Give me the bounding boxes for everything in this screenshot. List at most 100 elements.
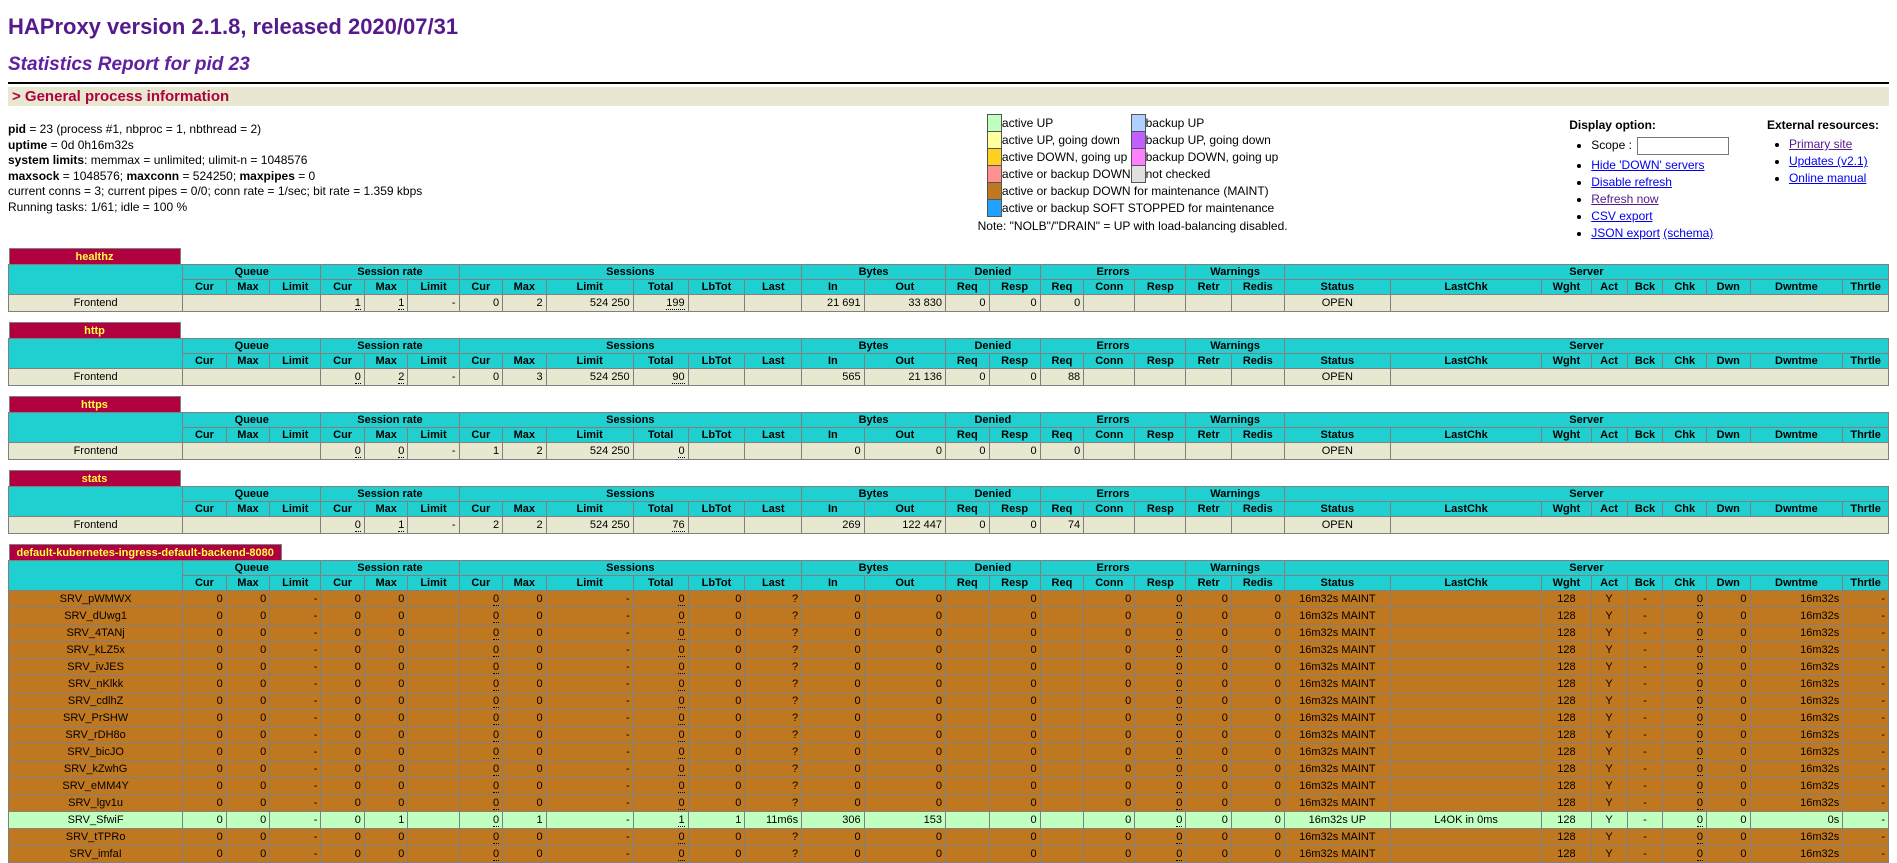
proxy-label-row: healthz [9,248,1889,265]
sub-header-row: CurMaxLimitCurMaxLimitCurMaxLimitTotalLb… [9,428,1889,443]
link-disable-refresh[interactable]: Disable refresh [1591,175,1672,189]
cell [1084,517,1135,534]
server-row-srv-bicjo: SRV_bicJO00-0000-00?000000016m32s MAINT1… [9,744,1889,761]
col-header-act: Act [1591,428,1627,443]
cell: 0 [1186,829,1231,846]
cell: - [546,642,633,659]
col-header-status: Status [1284,502,1390,517]
proxy-name-default-kubernetes-ingress-default-backend-8080[interactable]: default-kubernetes-ingress-default-backe… [9,544,282,560]
cell: - [270,642,321,659]
cell: - [408,295,459,312]
cell: 21 136 [864,369,945,386]
cell: 0 [1084,846,1135,863]
cell: 128 [1542,591,1591,608]
link-json-export[interactable]: JSON export [1591,226,1660,240]
cell: - [546,761,633,778]
col-header-cur: Cur [321,502,365,517]
cell: 16m32s MAINT [1284,676,1390,693]
proxy-name-healthz[interactable]: healthz [9,248,181,264]
link-hide-down-servers[interactable]: Hide 'DOWN' servers [1591,158,1704,172]
link-primary-site[interactable]: Primary site [1789,137,1852,151]
cell [1135,517,1186,534]
cell: 0 [364,727,408,744]
col-header-wght: Wght [1542,428,1591,443]
cell [946,744,990,761]
col-header-resp: Resp [989,576,1040,591]
cell [745,517,802,534]
cell [946,846,990,863]
proxy-name-https[interactable]: https [9,396,181,412]
link-updates-v2-1[interactable]: Updates (v2.1) [1789,154,1868,168]
col-header-total: Total [633,280,688,295]
cell: 0 [688,625,745,642]
cell [1084,369,1135,386]
col-header-status: Status [1284,280,1390,295]
cell: 0 [1135,625,1186,642]
col-header-lastchk: LastChk [1390,354,1541,369]
col-header-retr: Retr [1186,428,1231,443]
link-schema[interactable]: (schema) [1663,226,1713,240]
cell [946,761,990,778]
proxy-name-http[interactable]: http [9,322,181,338]
col-header-redis: Redis [1231,280,1284,295]
cell: 128 [1542,812,1591,829]
cell [1390,659,1541,676]
topbar: pid = 23 (process #1, nbproc = 1, nbthre… [8,106,1889,240]
cell: 0 [183,625,227,642]
cell: 0 [1707,676,1751,693]
link-refresh-now[interactable]: Refresh now [1591,192,1658,206]
cell: 16m32s [1750,778,1843,795]
cell: 16m32s MAINT [1284,693,1390,710]
legend-label: active UP [1001,115,1131,132]
cell: 0 [1040,295,1084,312]
cell: 0 [688,829,745,846]
cell: 0 [321,642,365,659]
cell [1390,744,1541,761]
cell: 0 [226,676,270,693]
proxy-name-stats[interactable]: stats [9,470,181,486]
link-csv-export[interactable]: CSV export [1591,209,1652,223]
cell: 0 [1707,608,1751,625]
cell: 0 [1231,727,1284,744]
cell: 0 [633,693,688,710]
sub-header-row: CurMaxLimitCurMaxLimitCurMaxLimitTotalLb… [9,502,1889,517]
cell: 0 [226,659,270,676]
process-info-line: system limits: memmax = unlimited; ulimi… [8,153,696,169]
cell [745,369,802,386]
cell: 16m32s MAINT [1284,727,1390,744]
cell [1390,369,1888,386]
cell: 16m32s [1750,744,1843,761]
cell: - [270,727,321,744]
legend-label: backup DOWN, going up [1145,149,1278,166]
cell: 0s [1750,812,1843,829]
col-header-status: Status [1284,354,1390,369]
link-online-manual[interactable]: Online manual [1789,171,1866,185]
group-header-row: QueueSession rateSessionsBytesDeniedErro… [9,561,1889,576]
scope-input[interactable] [1637,137,1729,155]
cell: - [408,443,459,460]
legend: active UPbackup UPactive UP, going downb… [696,106,1569,233]
cell: 0 [633,625,688,642]
cell: 1 [459,443,503,460]
col-header-lbtot: LbTot [688,576,745,591]
cell: 0 [364,710,408,727]
cell: Y [1591,829,1627,846]
cell: 0 [1707,727,1751,744]
cell: Y [1591,812,1627,829]
server-name: SRV_pWMWX [9,591,183,608]
cell [1390,778,1541,795]
cell: 16m32s MAINT [1284,744,1390,761]
group-header-bytes: Bytes [802,265,946,280]
server-row-srv-emm4y: SRV_eMM4Y00-0000-00?000000016m32s MAINT1… [9,778,1889,795]
cell: 0 [989,659,1040,676]
cell: 0 [1231,710,1284,727]
col-header-lbtot: LbTot [688,354,745,369]
col-header-dwntme: Dwntme [1750,428,1843,443]
cell: 0 [1135,744,1186,761]
col-header-req: Req [946,576,990,591]
cell: 0 [1231,761,1284,778]
cell: 0 [802,778,864,795]
cell: 0 [503,795,547,812]
cell: 0 [633,642,688,659]
group-header-server: Server [1284,265,1888,280]
